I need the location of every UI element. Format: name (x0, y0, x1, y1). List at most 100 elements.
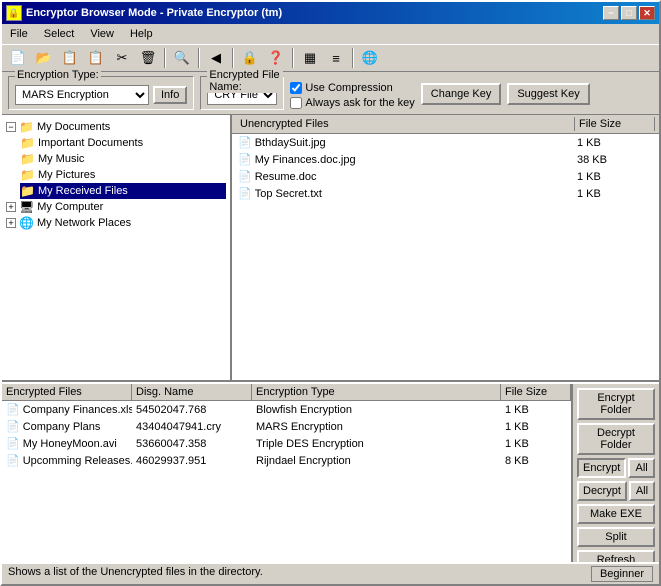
close-button[interactable]: ✕ (639, 6, 655, 20)
my-documents-children: 📁 Important Documents 📁 My Music 📁 My Pi… (20, 135, 226, 199)
tree-label-my-pictures: My Pictures (38, 169, 95, 181)
decrypt-button[interactable]: Decrypt (577, 481, 627, 501)
file-name-0: 📄 BthdaySuit.jpg (236, 135, 575, 150)
enc-row-0[interactable]: 📄 Company Finances.xls 54502047.768 Blow… (2, 401, 571, 418)
encrypted-header: Encrypted Files Disg. Name Encryption Ty… (2, 384, 571, 401)
encrypt-button[interactable]: Encrypt (577, 458, 626, 478)
enc-type-1: MARS Encryption (252, 418, 501, 435)
toolbar-grid-button[interactable]: ▦ (298, 47, 322, 69)
enc-col-disg: Disg. Name (132, 384, 252, 400)
tree-item-important-docs[interactable]: 📁 Important Documents (20, 135, 226, 151)
file-name-3: 📄 Top Secret.txt (236, 186, 575, 201)
enc-size-1: 1 KB (501, 418, 571, 435)
enc-name-3: 📄 Upcomming Releases.doc (2, 452, 132, 469)
suggest-key-button[interactable]: Suggest Key (507, 83, 589, 105)
menu-help[interactable]: Help (126, 26, 157, 42)
enc-type-3: Rijndael Encryption (252, 452, 501, 469)
expand-my-computer[interactable]: + (6, 202, 16, 212)
enc-disg-0: 54502047.768 (132, 401, 252, 418)
toolbar-copy2-button[interactable]: 📋 (84, 47, 108, 69)
toolbar-separator-1 (164, 48, 166, 68)
expand-my-documents[interactable]: − (6, 122, 16, 132)
file-size-1: 38 KB (575, 152, 655, 167)
tree-label-received-files: My Received Files (38, 185, 128, 197)
enc-size-3: 8 KB (501, 452, 571, 469)
tree-item-my-pictures[interactable]: 📁 My Pictures (20, 167, 226, 183)
enc-row-3[interactable]: 📄 Upcomming Releases.doc 46029937.951 Ri… (2, 452, 571, 469)
always-ask-label: Always ask for the key (305, 97, 414, 109)
file-name-1: 📄 My Finances.doc.jpg (236, 152, 575, 167)
decrypt-all-button[interactable]: All (629, 481, 655, 501)
change-key-button[interactable]: Change Key (421, 83, 502, 105)
file-name-2: 📄 Resume.doc (236, 169, 575, 184)
enc-col-size: File Size (501, 384, 571, 400)
encryption-type-label: Encryption Type: (15, 69, 101, 81)
enc-name-1: 📄 Company Plans (2, 418, 132, 435)
enc-row-2[interactable]: 📄 My HoneyMoon.avi 53660047.358 Triple D… (2, 435, 571, 452)
enc-size-2: 1 KB (501, 435, 571, 452)
toolbar-cut-button[interactable]: ✂ (110, 47, 134, 69)
info-button[interactable]: Info (153, 86, 187, 104)
toolbar: 📄 📂 📋 📋 ✂ 🗑 🔍 ◀ 🔒 ❓ ▦ ≡ 🌐 (2, 44, 659, 72)
tree-label-my-documents: My Documents (37, 121, 110, 133)
enc-type-2: Triple DES Encryption (252, 435, 501, 452)
menu-file[interactable]: File (6, 26, 32, 42)
toolbar-browser-button[interactable]: 🌐 (358, 47, 382, 69)
decrypt-folder-button[interactable]: Decrypt Folder (577, 423, 655, 455)
unencrypted-header: Unencrypted Files File Size (232, 115, 659, 134)
minimize-button[interactable]: − (603, 6, 619, 20)
use-compression-checkbox[interactable] (290, 82, 302, 94)
enc-name-0: 📄 Company Finances.xls (2, 401, 132, 418)
toolbar-encrypt-button[interactable]: 🔒 (238, 47, 262, 69)
status-text: Shows a list of the Unencrypted files in… (8, 566, 591, 582)
file-row-1[interactable]: 📄 My Finances.doc.jpg 38 KB (232, 151, 659, 168)
toolbar-open-button[interactable]: 📂 (32, 47, 56, 69)
always-ask-checkbox[interactable] (290, 97, 302, 109)
top-panes: − 📁 My Documents 📁 Important Documents 📁… (2, 115, 659, 382)
file-row-0[interactable]: 📄 BthdaySuit.jpg 1 KB (232, 134, 659, 151)
menu-select[interactable]: Select (40, 26, 79, 42)
always-ask-row: Always ask for the key (290, 97, 414, 109)
folder-icon-my-documents: 📁 (19, 120, 34, 134)
toolbar-new-button[interactable]: 📄 (6, 47, 30, 69)
toolbar-delete-button[interactable]: 🗑 (136, 47, 160, 69)
expand-network[interactable]: + (6, 218, 16, 228)
tree-item-my-documents[interactable]: − 📁 My Documents (6, 119, 226, 135)
menubar: File Select View Help (2, 24, 659, 44)
encrypt-all-button[interactable]: All (628, 458, 655, 478)
enc-size-0: 1 KB (501, 401, 571, 418)
encrypt-folder-button[interactable]: Encrypt Folder (577, 388, 655, 420)
encryption-type-inner: MARS Encryption Blowfish Encryption Trip… (15, 85, 187, 105)
folder-icon-my-computer: 🖥 (19, 200, 34, 214)
window-title: Encryptor Browser Mode - Private Encrypt… (26, 7, 599, 19)
maximize-button[interactable]: □ (621, 6, 637, 20)
use-compression-label: Use Compression (305, 82, 392, 94)
menu-view[interactable]: View (86, 26, 118, 42)
split-button[interactable]: Split (577, 527, 655, 547)
toolbar-help-button[interactable]: ❓ (264, 47, 288, 69)
tree-item-my-computer[interactable]: + 🖥 My Computer (6, 199, 226, 215)
main-area: − 📁 My Documents 📁 Important Documents 📁… (2, 115, 659, 562)
encryption-type-select[interactable]: MARS Encryption Blowfish Encryption Trip… (15, 85, 149, 105)
tree-label-network: My Network Places (37, 217, 131, 229)
file-row-2[interactable]: 📄 Resume.doc 1 KB (232, 168, 659, 185)
tree-item-my-music[interactable]: 📁 My Music (20, 151, 226, 167)
tree-label-my-music: My Music (38, 153, 84, 165)
refresh-button[interactable]: Refresh (577, 550, 655, 562)
status-level: Beginner (591, 566, 653, 582)
toolbar-list-button[interactable]: ≡ (324, 47, 348, 69)
toolbar-back-button[interactable]: ◀ (204, 47, 228, 69)
folder-icon-my-pictures: 📁 (20, 168, 35, 182)
file-name-label: Encrypted File Name: (207, 69, 283, 93)
make-exe-button[interactable]: Make EXE (577, 504, 655, 524)
file-row-3[interactable]: 📄 Top Secret.txt 1 KB (232, 185, 659, 202)
enc-row-1[interactable]: 📄 Company Plans 43404047941.cry MARS Enc… (2, 418, 571, 435)
encrypted-files-list: Encrypted Files Disg. Name Encryption Ty… (2, 384, 573, 562)
toolbar-copy-button[interactable]: 📋 (58, 47, 82, 69)
decrypt-row: Decrypt All (577, 481, 655, 501)
enc-icon-1: 📄 (6, 420, 20, 433)
use-compression-row: Use Compression (290, 82, 414, 94)
tree-item-received-files[interactable]: 📁 My Received Files (20, 183, 226, 199)
toolbar-search-button[interactable]: 🔍 (170, 47, 194, 69)
tree-item-network[interactable]: + 🌐 My Network Places (6, 215, 226, 231)
